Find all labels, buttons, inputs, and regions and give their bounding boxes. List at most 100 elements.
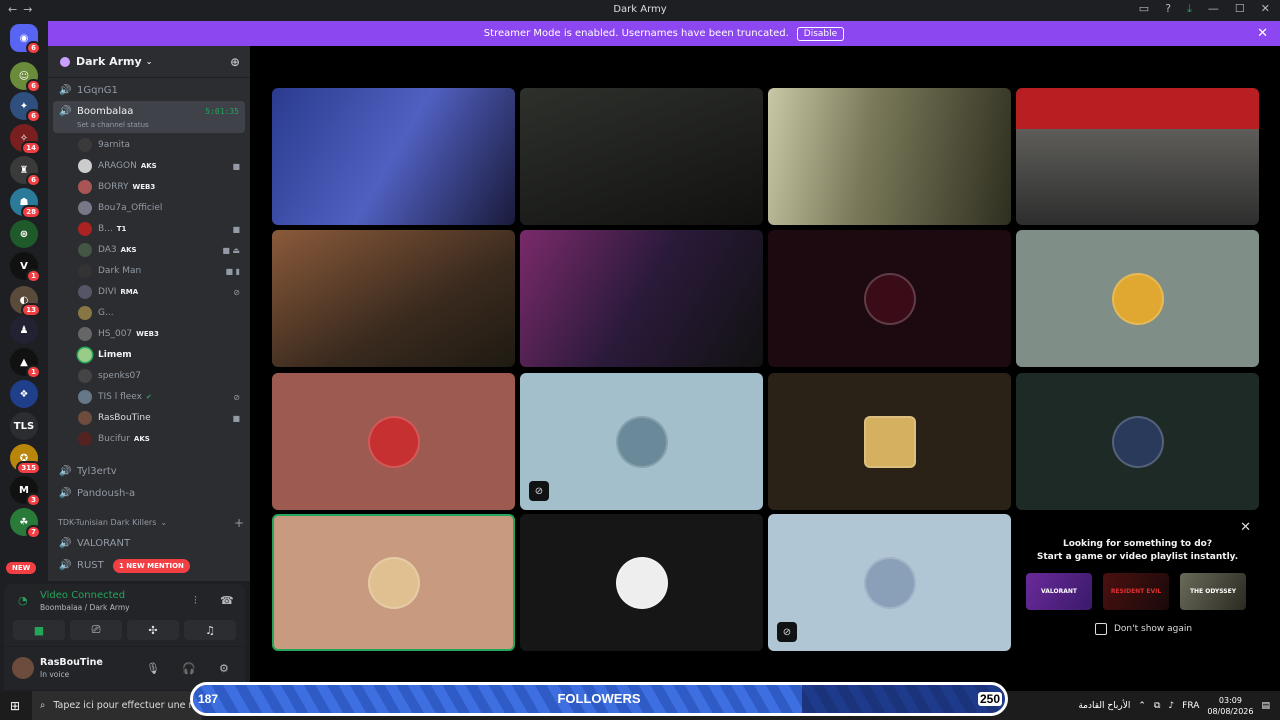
avatar-tile[interactable] [1016, 230, 1259, 367]
close-banner-icon[interactable]: ✕ [1257, 26, 1268, 41]
member-name: RasBouTine [98, 413, 151, 423]
language-indicator[interactable]: FRA [1182, 701, 1199, 711]
avatar-tile[interactable] [768, 373, 1011, 510]
server-icon[interactable]: ✦ 6 [10, 92, 41, 123]
server-icon[interactable]: ◐ 13 [10, 286, 41, 317]
close-icon[interactable]: ✕ [1240, 520, 1251, 535]
server-icon[interactable]: ⊛ [10, 220, 38, 248]
avatar-tile-speaking[interactable] [272, 514, 515, 651]
avatar-tile[interactable] [520, 514, 763, 651]
voice-member[interactable]: ARAGON AKS ■ [78, 156, 240, 176]
camera-button[interactable]: ■ [13, 620, 65, 640]
video-tile[interactable] [768, 88, 1011, 225]
network-icon[interactable]: ⧉ [1154, 701, 1160, 711]
gear-icon[interactable]: ⚙ [219, 662, 229, 675]
close-window-icon[interactable]: ✕ [1261, 2, 1270, 16]
server-icon[interactable]: ☺ 6 [10, 62, 41, 93]
voice-channel-active[interactable]: 🔊 Boombalaa 5:01:35 Set a channel status [53, 101, 245, 133]
server-icon[interactable]: ♜ 6 [10, 156, 41, 187]
server-icon[interactable]: M3 [10, 476, 41, 507]
server-header[interactable]: Dark Army ⌄ ⊕ [48, 46, 250, 78]
add-member-icon[interactable]: ⊕ [230, 55, 240, 69]
server-icon[interactable]: ♟ [10, 316, 38, 344]
server-icon[interactable]: ☗ 28 [10, 188, 41, 219]
voice-member[interactable]: BORRY WEB3 [78, 177, 240, 197]
noise-suppression-icon[interactable]: ⫶ [194, 594, 197, 608]
voice-member[interactable]: HS_007 WEB3 [78, 324, 240, 344]
avatar[interactable] [12, 657, 34, 679]
add-channel-icon[interactable]: + [234, 516, 244, 530]
server-icon[interactable]: ☘ 7 [10, 508, 41, 539]
member-tag: WEB3 [132, 183, 156, 191]
minimize-icon[interactable]: — [1208, 2, 1219, 16]
video-tile[interactable] [272, 230, 515, 367]
screen-share-button[interactable]: ⎚ [70, 620, 122, 640]
volume-icon[interactable]: ♪ [1168, 701, 1174, 711]
inbox-icon[interactable]: ▭ [1139, 2, 1149, 16]
video-icon: ■ [232, 161, 240, 171]
signal-icon[interactable]: ◔ [18, 594, 28, 607]
avatar-tile[interactable]: ⊘ [520, 373, 763, 510]
windows-start-icon[interactable]: ⊞ [10, 699, 20, 713]
avatar-tile[interactable]: ⊘ [768, 514, 1011, 651]
microphone-icon[interactable]: 🎙 [146, 662, 160, 675]
voice-member[interactable]: Bucifur AKS [78, 429, 240, 449]
server-icon[interactable]: ✪ 315 [10, 444, 41, 475]
disconnect-icon[interactable]: ☎ [220, 594, 234, 607]
voice-member[interactable]: RasBouTine ■ [78, 408, 240, 428]
headphones-icon[interactable]: 🎧 [182, 662, 196, 675]
help-icon[interactable]: ? [1165, 2, 1171, 16]
voice-channel[interactable]: 🔊 1GqnG1 [53, 80, 245, 100]
avatar [367, 556, 420, 609]
voice-member[interactable]: DIVI RMA ⊘ [78, 282, 240, 302]
voice-member[interactable]: B... T1 ■ [78, 219, 240, 239]
activities-button[interactable]: ✣ [127, 620, 179, 640]
voice-member[interactable]: Limem [78, 345, 240, 365]
checkbox-label[interactable]: Don't show again [1114, 624, 1192, 634]
channel-status[interactable]: Set a channel status [77, 121, 149, 129]
speaker-icon: 🔊 [59, 465, 72, 477]
maximize-icon[interactable]: ☐ [1235, 2, 1245, 16]
badge: 28 [21, 205, 41, 219]
clock[interactable]: 03:09 08/08/2026 [1207, 695, 1253, 717]
voice-member[interactable]: Dark Man ■ ▮ [78, 261, 240, 281]
server-icon[interactable]: TLS [10, 412, 38, 440]
chevron-up-icon[interactable]: ⌃ [1138, 701, 1146, 711]
discord-home-icon[interactable]: ◉ 6 [10, 24, 41, 55]
avatar-tile[interactable] [1016, 373, 1259, 510]
channel-category[interactable]: TDK-Tunisian Dark Killers ⌄ + [58, 516, 244, 530]
video-tile[interactable] [272, 88, 515, 225]
voice-member[interactable]: 9arnita [78, 135, 240, 155]
new-mention-badge[interactable]: 1 NEW MENTION [113, 559, 190, 573]
voice-channel[interactable]: 🔊 VALORANT [53, 533, 245, 553]
voice-member[interactable]: TIS l fleex ✔ ⊘ [78, 387, 240, 407]
activity-card[interactable]: THE ODYSSEY [1180, 573, 1246, 610]
voice-member[interactable]: DA3 AKS ■ ⏏ [78, 240, 240, 260]
server-icon[interactable]: V1 [10, 252, 41, 283]
video-tile[interactable] [1016, 88, 1259, 225]
taskbar-search[interactable]: ⌕ Tapez ici pour effectuer une re [32, 691, 202, 720]
voice-member[interactable]: G... [78, 303, 240, 323]
video-tile[interactable] [520, 230, 763, 367]
video-tile[interactable] [520, 88, 763, 225]
username[interactable]: RasBouTine [40, 657, 103, 668]
voice-status[interactable]: Video Connected [40, 590, 125, 601]
news-widget[interactable]: الأرباح القادمة [1078, 701, 1130, 711]
new-badge[interactable]: NEW [6, 562, 37, 574]
voice-member[interactable]: spenks07 [78, 366, 240, 386]
avatar-tile[interactable] [768, 230, 1011, 367]
server-icon[interactable]: ❖ [10, 380, 38, 408]
voice-member[interactable]: Bou7a_Officiel [78, 198, 240, 218]
disable-button[interactable]: Disable [796, 26, 845, 41]
activity-card[interactable]: RESIDENT EVIL [1103, 573, 1169, 610]
activity-card[interactable]: VALORANT [1026, 573, 1092, 610]
server-icon[interactable]: ✧ 14 [10, 124, 41, 155]
download-icon[interactable]: ⤓ [1187, 2, 1192, 16]
server-icon[interactable]: ▲ 1 [10, 348, 41, 379]
voice-channel[interactable]: 🔊 Tyl3ertv [53, 461, 245, 481]
soundboard-button[interactable]: ♫ [184, 620, 236, 640]
dont-show-checkbox[interactable] [1095, 623, 1107, 635]
avatar-tile[interactable] [272, 373, 515, 510]
notifications-icon[interactable]: ▤ [1261, 701, 1270, 711]
voice-channel[interactable]: 🔊 Pandoush-a [53, 483, 245, 503]
